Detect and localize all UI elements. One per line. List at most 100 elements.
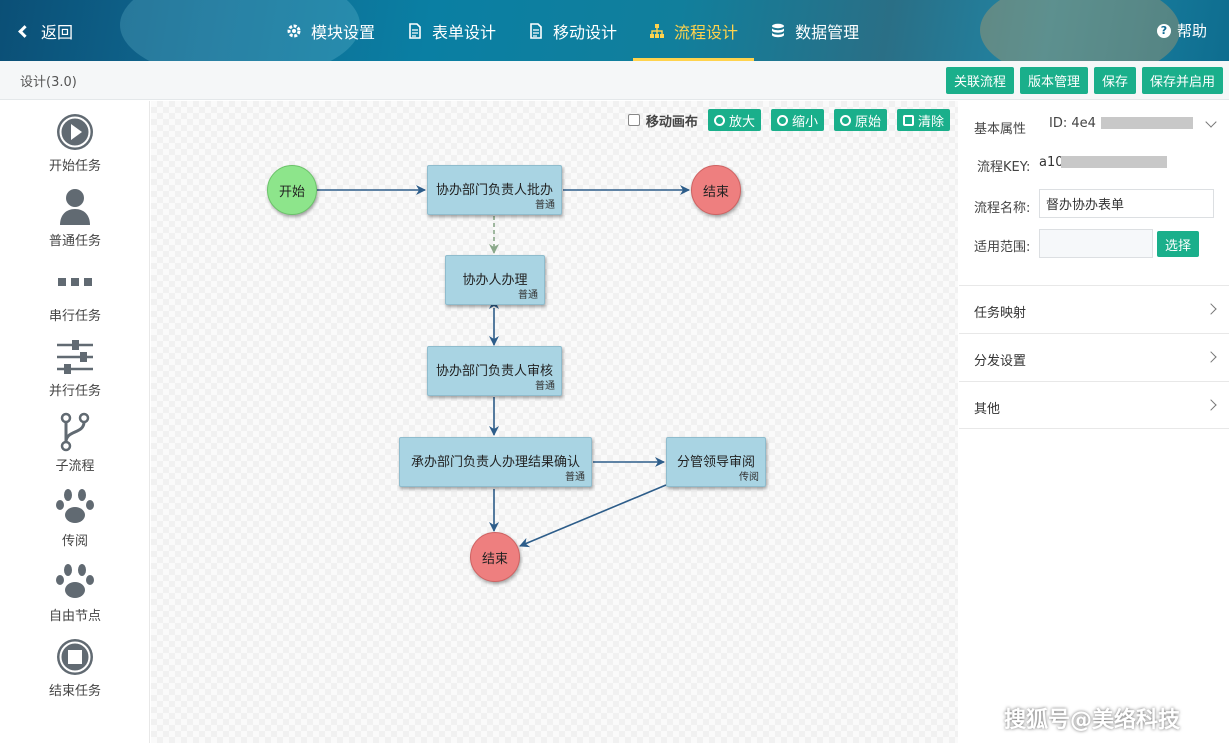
stop-icon	[57, 639, 93, 675]
node-palette: 开始任务 普通任务 串行任务 并行任务 子流程 传阅 自由节点 结束任务	[0, 101, 150, 743]
scope-label: 适用范围:	[974, 240, 1031, 255]
back-button[interactable]: 返回	[18, 19, 74, 43]
other-section[interactable]: 其他	[959, 381, 1229, 429]
move-canvas-label: 移动画布	[645, 114, 698, 130]
palette-item-normal-task[interactable]: 普通任务	[0, 186, 150, 261]
palette-label: 子流程	[55, 459, 95, 474]
zoom-in-label: 放大	[728, 114, 755, 130]
trash-icon	[902, 114, 914, 126]
reset-zoom-label: 原始	[854, 114, 881, 130]
tab-module-settings[interactable]: 模块设置	[270, 0, 391, 61]
tab-mobile-design[interactable]: 移动设计	[512, 0, 633, 61]
select-scope-button[interactable]: 选择	[1157, 231, 1200, 257]
palette-item-circulate[interactable]: 传阅	[0, 486, 150, 561]
palette-label: 结束任务	[48, 684, 101, 699]
flow-node[interactable]: 协办人办理 普通	[445, 255, 545, 305]
chevron-right-icon	[1205, 351, 1217, 363]
tab-label: 表单设计	[432, 22, 497, 42]
tab-label: 数据管理	[795, 22, 860, 42]
document-icon	[409, 22, 421, 39]
help-label: 帮助	[1176, 22, 1207, 40]
palette-item-free-node[interactable]: 自由节点	[0, 561, 150, 636]
zoom-out-button[interactable]: 缩小	[770, 109, 824, 131]
canvas-tools: 移动画布 放大 缩小 原始 清除	[627, 109, 950, 131]
reset-zoom-button[interactable]: 原始	[833, 109, 887, 131]
task-mapping-section[interactable]: 任务映射	[959, 285, 1229, 333]
node-type: 普通	[518, 290, 538, 301]
main-nav: 模块设置 表单设计 移动设计 流程设计 数据管理	[270, 0, 875, 61]
user-icon	[60, 189, 90, 225]
zoom-in-button[interactable]: 放大	[707, 109, 761, 131]
question-icon: ?	[1156, 23, 1171, 38]
branch-icon	[60, 412, 90, 452]
back-label: 返回	[41, 23, 74, 42]
zoom-in-icon	[713, 114, 725, 126]
node-type: 普通	[535, 200, 555, 211]
node-type: 普通	[535, 381, 555, 392]
flow-line[interactable]	[519, 484, 667, 548]
palette-item-end-task[interactable]: 结束任务	[0, 636, 150, 711]
help-button[interactable]: ? 帮助	[1156, 20, 1207, 41]
process-id: ID: 4e4	[1049, 116, 1096, 131]
flow-node[interactable]: 承办部门负责人办理结果确认 普通	[399, 437, 592, 487]
section-label: 任务映射	[974, 306, 1027, 321]
paw-icon	[56, 564, 94, 598]
palette-label: 并行任务	[48, 384, 101, 399]
palette-label: 传阅	[61, 534, 88, 549]
design-toolbar: 设计(3.0) 关联流程 版本管理 保存 保存并启用	[0, 61, 1229, 100]
properties-panel: 基本属性 ID: 4e4 流程KEY: a10 流程名称: 适用范围: 选择 任…	[959, 101, 1229, 743]
section-label: 分发设置	[974, 354, 1027, 369]
paw-icon	[56, 489, 94, 523]
flow-canvas[interactable]: 移动画布 放大 缩小 原始 清除 开始 结束 结束 协办部门负责人批办 普通 协…	[151, 101, 958, 743]
clear-button[interactable]: 清除	[896, 109, 950, 131]
process-key-label: 流程KEY:	[977, 160, 1031, 175]
process-name-input[interactable]	[1039, 189, 1214, 218]
scope-input[interactable]	[1039, 229, 1153, 258]
tab-label: 移动设计	[553, 22, 618, 42]
palette-label: 普通任务	[48, 234, 101, 249]
tab-data-management[interactable]: 数据管理	[754, 0, 875, 61]
chevron-down-icon[interactable]	[1205, 116, 1217, 128]
version-management-button[interactable]: 版本管理	[1019, 67, 1088, 94]
node-type: 普通	[565, 472, 585, 483]
palette-label: 开始任务	[48, 159, 101, 174]
app-header: 返回 模块设置 表单设计 移动设计 流程设计 数据管理 ? 帮助	[0, 0, 1229, 61]
header-decoration	[980, 0, 1180, 61]
tab-form-design[interactable]: 表单设计	[391, 0, 512, 61]
palette-label: 串行任务	[48, 309, 101, 324]
palette-item-parallel-task[interactable]: 并行任务	[0, 336, 150, 411]
version-label: 设计(3.0)	[20, 75, 77, 90]
zoom-out-label: 缩小	[791, 114, 818, 130]
chevron-right-icon	[1205, 303, 1217, 315]
sliders-icon	[57, 340, 93, 374]
basic-properties-section: 基本属性 ID: 4e4 流程KEY: a10 流程名称: 适用范围: 选择	[959, 101, 1229, 285]
palette-item-subprocess[interactable]: 子流程	[0, 411, 150, 486]
save-and-enable-button[interactable]: 保存并启用	[1141, 67, 1223, 94]
move-canvas-checkbox[interactable]: 移动画布	[627, 111, 698, 130]
watermark: 搜狐号@美络科技	[1004, 708, 1181, 733]
section-label: 其他	[974, 402, 1001, 417]
flow-node[interactable]: 协办部门负责人审核 普通	[427, 346, 562, 396]
end-node[interactable]: 结束	[691, 165, 741, 215]
flow-node[interactable]: 协办部门负责人批办 普通	[427, 165, 562, 215]
tab-flow-design[interactable]: 流程设计	[633, 0, 755, 61]
end-node[interactable]: 结束	[470, 532, 520, 582]
dots-icon	[58, 278, 92, 286]
play-icon	[57, 114, 93, 150]
basic-properties-label: 基本属性	[974, 122, 1027, 137]
database-icon	[772, 23, 785, 37]
start-node[interactable]: 开始	[267, 165, 317, 215]
related-flow-button[interactable]: 关联流程	[945, 67, 1014, 94]
document-icon	[530, 22, 542, 39]
distribution-settings-section[interactable]: 分发设置	[959, 333, 1229, 381]
redacted-block	[1101, 117, 1193, 129]
checkbox-icon	[627, 114, 640, 126]
node-title: 承办部门负责人办理结果确认	[410, 455, 580, 470]
clear-label: 清除	[917, 114, 944, 130]
redacted-block	[1061, 156, 1167, 168]
palette-item-start-task[interactable]: 开始任务	[0, 111, 150, 186]
flow-node[interactable]: 分管领导审阅 传阅	[666, 437, 766, 487]
save-button[interactable]: 保存	[1093, 67, 1136, 94]
palette-item-serial-task[interactable]: 串行任务	[0, 261, 150, 336]
node-type: 传阅	[739, 472, 759, 483]
